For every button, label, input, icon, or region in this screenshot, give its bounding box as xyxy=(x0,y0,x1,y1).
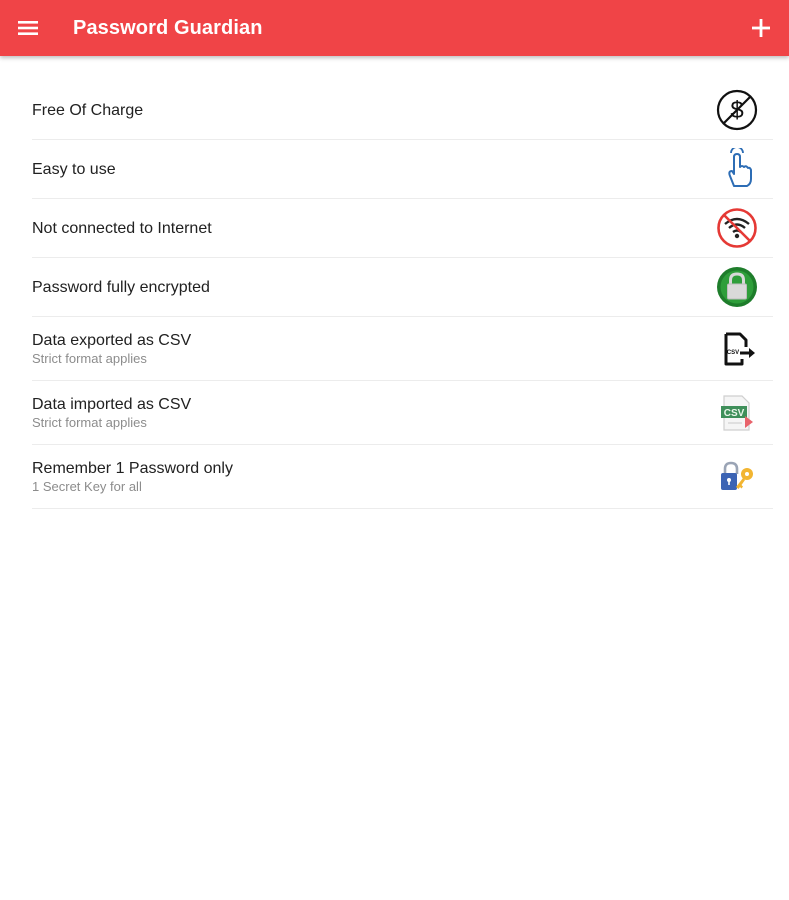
list-item-remember-one[interactable]: Remember 1 Password only 1 Secret Key fo… xyxy=(32,445,773,509)
list-item-encrypted[interactable]: Password fully encrypted xyxy=(32,258,773,317)
no-dollar-icon: $ xyxy=(715,88,759,132)
item-title: Password fully encrypted xyxy=(32,278,210,296)
menu-button[interactable] xyxy=(8,8,48,48)
item-title: Not connected to Internet xyxy=(32,219,212,237)
plus-icon xyxy=(752,19,770,37)
add-button[interactable] xyxy=(741,8,781,48)
item-title: Easy to use xyxy=(32,160,116,178)
item-title: Data exported as CSV xyxy=(32,332,192,349)
item-title: Free Of Charge xyxy=(32,101,144,119)
list-item-easy-to-use[interactable]: Easy to use xyxy=(32,140,773,199)
csv-import-icon: CSV xyxy=(715,391,759,435)
list-item-import-csv[interactable]: Data imported as CSV Strict format appli… xyxy=(32,381,773,445)
no-wifi-icon xyxy=(715,206,759,250)
svg-text:CSV: CSV xyxy=(724,408,745,419)
item-title: Data imported as CSV xyxy=(32,396,192,413)
feature-list: Free Of Charge $ Easy to use Not connect… xyxy=(32,81,773,509)
tap-hand-icon xyxy=(715,147,759,191)
list-item-export-csv[interactable]: Data exported as CSV Strict format appli… xyxy=(32,317,773,381)
lock-icon xyxy=(715,265,759,309)
item-subtitle: 1 Secret Key for all xyxy=(32,479,142,494)
app-title: Password Guardian xyxy=(73,16,263,39)
hamburger-menu-icon xyxy=(18,21,38,35)
item-subtitle: Strict format applies xyxy=(32,351,147,366)
list-item-free-of-charge[interactable]: Free Of Charge $ xyxy=(32,81,773,140)
csv-export-icon: CSV xyxy=(715,327,759,371)
item-title: Remember 1 Password only xyxy=(32,460,233,477)
lock-key-icon xyxy=(715,455,759,499)
app-bar: Password Guardian xyxy=(0,0,789,56)
svg-text:CSV: CSV xyxy=(727,350,739,356)
list-item-not-connected[interactable]: Not connected to Internet xyxy=(32,199,773,258)
item-subtitle: Strict format applies xyxy=(32,415,147,430)
